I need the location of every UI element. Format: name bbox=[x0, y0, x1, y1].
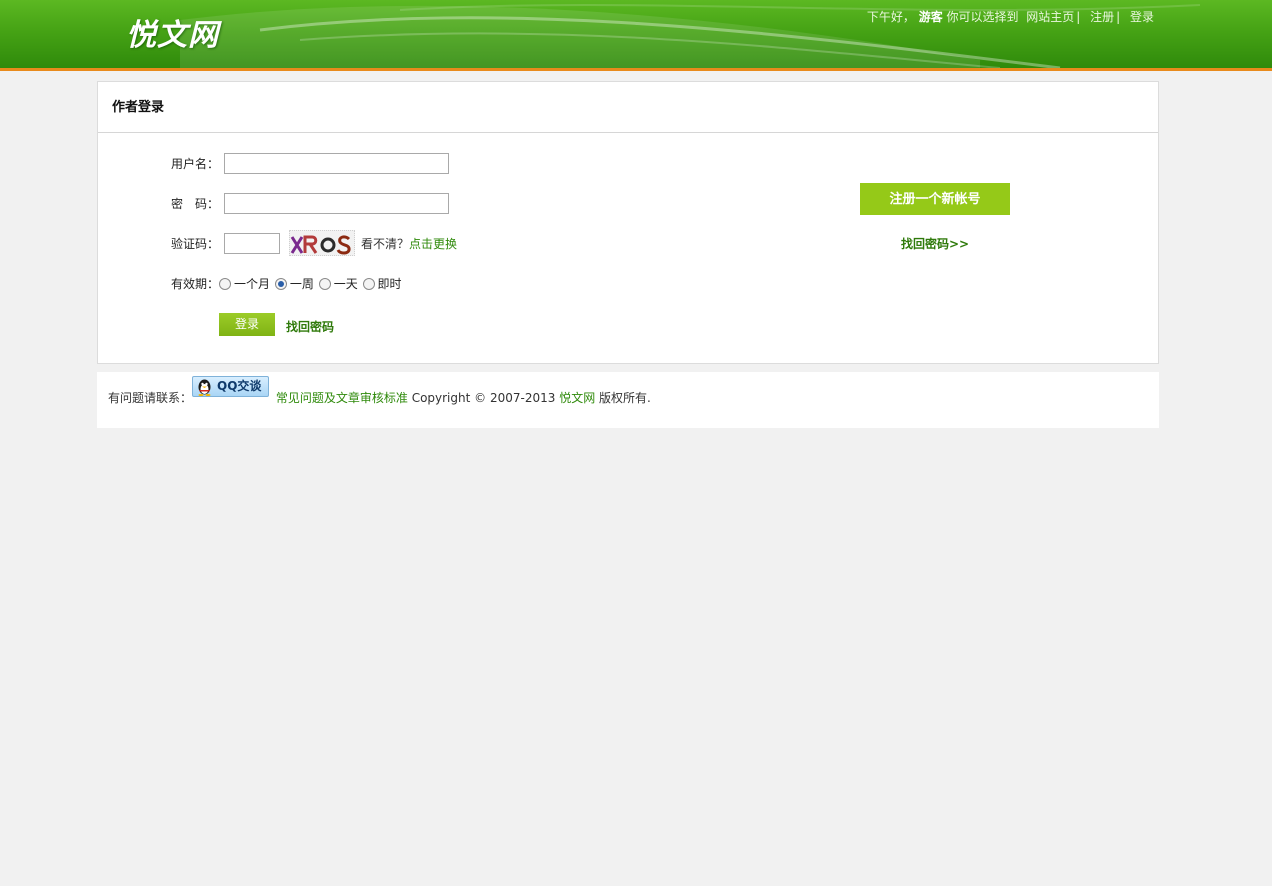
qq-chat-label: QQ交谈 bbox=[217, 379, 262, 393]
qq-penguin-icon bbox=[198, 379, 211, 396]
captcha-hint: 看不清？点击更换 bbox=[361, 233, 457, 255]
radio-label: 一个月 bbox=[234, 277, 271, 291]
password-input[interactable] bbox=[224, 193, 449, 214]
contact-label: 有问题请联系： bbox=[108, 391, 193, 405]
radio-label: 一周 bbox=[289, 277, 314, 291]
radio-instant[interactable] bbox=[362, 278, 375, 290]
qq-chat-button[interactable]: QQ交谈 bbox=[192, 376, 270, 397]
copyright-text: Copyright © 2007-2013 bbox=[411, 391, 556, 405]
guest-name: 游客 bbox=[918, 10, 943, 24]
username-label: 用户名： bbox=[171, 157, 220, 171]
find-password-link[interactable]: 找回密码 bbox=[286, 318, 334, 335]
validity-row: 有效期： 一个月 一周 一天 即时 bbox=[98, 273, 798, 297]
captcha-label: 验证码： bbox=[171, 237, 220, 251]
choose-text: 你可以选择到 bbox=[946, 10, 1019, 24]
captcha-row: 验证码： 看不清？点击更换 bbox=[98, 230, 798, 257]
radio-one-day[interactable] bbox=[318, 278, 331, 290]
nav-register-link[interactable]: 注册 bbox=[1090, 10, 1114, 24]
register-new-account-button[interactable]: 注册一个新帐号 bbox=[860, 183, 1010, 215]
radio-one-week[interactable] bbox=[274, 278, 287, 290]
username-row: 用户名： bbox=[98, 153, 798, 177]
greeting-text: 下午好， bbox=[866, 10, 915, 24]
validity-options: 一个月 一周 一天 即时 bbox=[218, 273, 402, 295]
username-input[interactable] bbox=[224, 153, 449, 174]
page-footer: 有问题请联系： QQ交谈 常见问题及文章审核标准 Copyright © 200… bbox=[97, 372, 1159, 428]
panel-title: 作者登录 bbox=[98, 82, 1158, 133]
captcha-hint-text: 看不清？ bbox=[361, 237, 410, 251]
password-label: 密 码： bbox=[171, 197, 220, 211]
captcha-refresh-link[interactable]: 点击更换 bbox=[409, 237, 457, 251]
nav-login-link[interactable]: 登录 bbox=[1130, 10, 1154, 24]
faq-link[interactable]: 常见问题及文章审核标准 bbox=[276, 391, 408, 405]
nav-separator: | bbox=[1116, 10, 1121, 24]
nav-home-link[interactable]: 网站主页 bbox=[1026, 10, 1074, 24]
radio-label: 一天 bbox=[333, 277, 358, 291]
site-header: 悦文网 下午好， 游客 你可以选择到 网站主页 | 注册 | 登录 bbox=[0, 0, 1272, 71]
login-button[interactable]: 登录 bbox=[219, 313, 275, 336]
captcha-glyphs bbox=[290, 235, 351, 255]
rights-text: 版权所有. bbox=[599, 391, 651, 405]
validity-label: 有效期： bbox=[171, 277, 220, 291]
site-logo[interactable]: 悦文网 bbox=[126, 10, 219, 54]
top-nav: 下午好， 游客 你可以选择到 网站主页 | 注册 | 登录 bbox=[867, 8, 1154, 25]
author-login-panel: 作者登录 用户名： 密 码： 验证码： 看不清？点击更换 有效期： 一个月 一周… bbox=[97, 81, 1159, 364]
radio-one-month[interactable] bbox=[219, 278, 231, 290]
nav-separator: | bbox=[1076, 10, 1081, 24]
password-row: 密 码： bbox=[98, 193, 798, 217]
captcha-image[interactable] bbox=[289, 230, 355, 256]
radio-label: 即时 bbox=[377, 277, 402, 291]
site-name-link[interactable]: 悦文网 bbox=[559, 391, 595, 405]
captcha-input[interactable] bbox=[224, 233, 280, 254]
find-password-right-link[interactable]: 找回密码>> bbox=[860, 235, 1010, 252]
